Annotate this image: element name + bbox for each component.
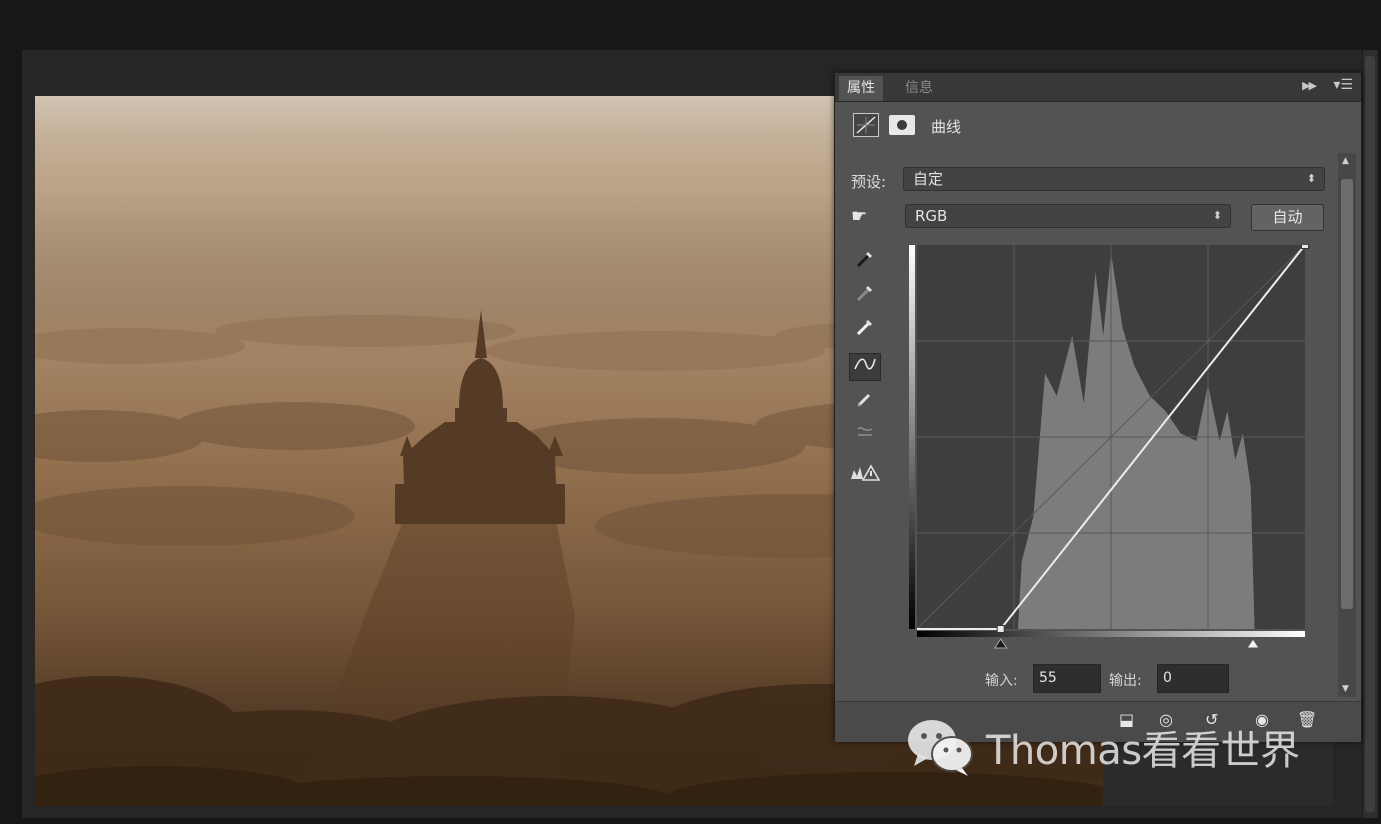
curves-adjustment-icon[interactable]	[853, 113, 879, 137]
on-image-adjust-hand-icon[interactable]: ☛	[851, 206, 867, 227]
output-value-field[interactable]: 0	[1157, 664, 1229, 693]
panel-tabbar: 属性 信息 ▶▶ ▾☰	[835, 73, 1361, 102]
scroll-up-icon[interactable]: ▲	[1342, 156, 1349, 166]
channel-select[interactable]: RGB ⬍	[905, 204, 1231, 228]
preset-label: 预设:	[851, 173, 887, 191]
layer-mask-icon[interactable]	[889, 115, 915, 135]
tab-properties[interactable]: 属性	[839, 76, 883, 101]
watermark: Thomas看看世界	[906, 716, 1300, 776]
input-label: 输入:	[985, 673, 1018, 689]
input-gradient-bar	[917, 631, 1305, 637]
auto-button[interactable]: 自动	[1251, 204, 1324, 231]
panel-scrollbar[interactable]: ▲ ▼	[1338, 153, 1356, 697]
curve-edit-points-icon[interactable]	[849, 353, 881, 381]
panel-title: 曲线	[931, 118, 962, 136]
properties-panel: 属性 信息 ▶▶ ▾☰ 曲线 预设: 自定 ⬍ ☛ RGB ⬍ 自动 输入: 5…	[834, 72, 1362, 742]
document-scrollbar-thumb[interactable]	[1365, 56, 1375, 812]
double-arrow-right-icon[interactable]: ▶▶	[1302, 79, 1317, 92]
black-point-slider	[993, 638, 1008, 649]
curves-graph[interactable]	[909, 245, 1309, 657]
curve-point	[996, 625, 1005, 633]
output-gradient-bar	[909, 245, 915, 629]
scroll-down-icon[interactable]: ▼	[1342, 684, 1349, 694]
output-label: 输出:	[1109, 673, 1142, 689]
input-value-field[interactable]: 55	[1033, 664, 1101, 693]
channel-value: RGB	[915, 207, 948, 225]
panel-menu-icon[interactable]: ▾☰	[1333, 77, 1353, 93]
panel-scrollbar-thumb[interactable]	[1341, 179, 1353, 609]
document-scrollbar[interactable]	[1362, 50, 1377, 818]
watermark-text: Thomas看看世界	[986, 728, 1300, 774]
preset-select[interactable]: 自定 ⬍	[903, 167, 1325, 191]
gray-point-eyedropper-icon[interactable]	[849, 283, 881, 311]
updown-arrow-icon: ⬍	[1212, 209, 1222, 222]
trash-icon[interactable]: 🗑	[1297, 710, 1317, 729]
clipping-warning-icon[interactable]	[849, 463, 881, 491]
white-point-slider	[1246, 638, 1260, 649]
wechat-logo-icon	[908, 720, 973, 776]
tab-info[interactable]: 信息	[897, 76, 941, 101]
smooth-curve-icon[interactable]	[849, 421, 881, 449]
updown-arrow-icon: ⬍	[1306, 172, 1316, 185]
preset-value: 自定	[913, 170, 944, 188]
pencil-draw-icon[interactable]	[849, 389, 881, 417]
white-point-eyedropper-icon[interactable]	[849, 317, 881, 345]
curve-point	[1301, 245, 1309, 249]
black-point-eyedropper-icon[interactable]	[849, 249, 881, 277]
